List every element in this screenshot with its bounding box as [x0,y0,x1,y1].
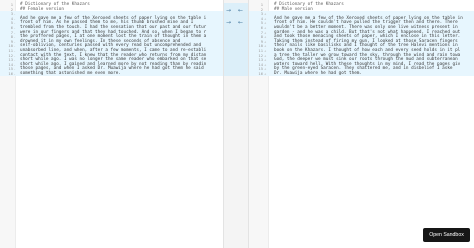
right-code-line: 16 + Dr. Muawija where he had got them. [249,71,474,77]
left-editor-pane[interactable]: 1 # Dictionary of the Khazars 2 ## Female v… [0,0,224,248]
open-sandbox-button[interactable]: Open Sandbox [423,228,470,242]
merge-arrow-left-icon[interactable]: ← [238,8,243,14]
merge-arrow-left-icon[interactable]: ← [238,20,243,26]
merge-arrow-right-icon[interactable]: → [226,8,231,14]
line-number: 16 [8,71,13,76]
merge-arrow-right-icon[interactable]: → [226,20,231,26]
right-editor-pane[interactable]: 1 # Dictionary of the Khazars 2 ## Male ver… [248,0,474,248]
line-number: 16 [258,71,263,76]
left-code-line: 16- something that astonished me even mor… [0,71,223,77]
diff-marker: + [264,71,267,76]
merge-chunk-2: → ← [224,18,248,76]
merge-gap: → ← → ← [224,0,248,248]
line-text: something that astonished me even more. [20,71,121,76]
diff-marker: - [13,71,16,76]
line-text: Dr. Muawija where he had got them. [274,71,362,76]
